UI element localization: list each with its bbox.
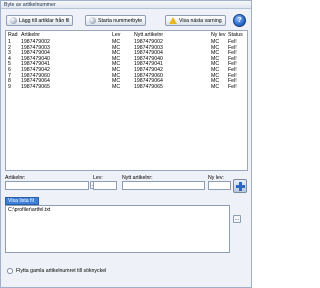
ny-lev-input[interactable] [208, 181, 231, 190]
toolbar: Lägg till artiklar från fil Starta numme… [1, 10, 251, 30]
cell-artikelnr: 1987479065 [21, 83, 50, 90]
start-renumber-label: Starta nummerbyte [98, 17, 143, 24]
add-file-icon [10, 17, 17, 24]
start-renumber-button[interactable]: Starta nummerbyte [85, 15, 147, 26]
cell-nytt: 1987479065 [134, 83, 163, 90]
artikelnr-input[interactable] [5, 181, 89, 190]
column-header-nytt-artikelnr[interactable]: Nytt artikelnr [134, 32, 163, 38]
source-select[interactable]: Visa lista fil [5, 197, 39, 205]
window-title: Byte av artikelnummer [1, 1, 251, 9]
main-window: Byte av artikelnummer Lägg till artiklar… [0, 0, 252, 288]
add-row-plus-icon[interactable] [233, 179, 247, 193]
column-header-rad[interactable]: Rad [8, 32, 18, 38]
column-header-artikelnr[interactable]: Artikelnr [21, 32, 40, 38]
move-old-number-label: Flytta gamla artikelnumret till söknycke… [16, 268, 107, 274]
cell-nylev: MC [211, 83, 220, 90]
column-header-lev[interactable]: Lev [112, 32, 120, 38]
next-warning-button[interactable]: Visa nästa varning [165, 15, 226, 26]
article-grid[interactable]: Rad Artikelnr Lev Nytt artikelnr Ny lev … [5, 30, 248, 171]
run-icon [89, 17, 96, 24]
lev-input[interactable] [93, 181, 117, 190]
file-path-item[interactable]: C:\profiler\artfel.txt [8, 207, 50, 213]
add-from-file-label: Lägg till artiklar från fil [19, 17, 70, 24]
column-header-ny-lev[interactable]: Ny lev [211, 32, 225, 38]
entry-form: Artikelnr: ... Lev: Nytt artikelnr: Ny l… [5, 175, 248, 265]
table-row[interactable]: 9 1987479065 MC 1987479065 MC Fel! [6, 83, 247, 91]
grid-header: Rad Artikelnr Lev Nytt artikelnr Ny lev … [6, 31, 247, 39]
cell-status: Fel! [228, 83, 237, 90]
next-warning-label: Visa nästa varning [179, 17, 222, 24]
nytt-artikelnr-input[interactable] [122, 181, 205, 190]
cell-rad: 9 [8, 83, 11, 90]
grid-rows: 1 1987479002 MC 1987479002 MC Fel! 2 1987479003… [6, 39, 247, 91]
cell-lev: MC [112, 83, 121, 90]
move-old-number-radio[interactable] [7, 268, 13, 274]
add-from-file-button[interactable]: Lägg till artiklar från fil [6, 15, 74, 26]
column-header-status[interactable]: Status [228, 32, 243, 38]
warning-icon [169, 17, 177, 24]
file-list[interactable]: C:\profiler\artfel.txt [5, 205, 230, 253]
footer: Flytta gamla artikelnumret till söknycke… [5, 267, 248, 277]
help-icon[interactable]: ? [233, 14, 246, 27]
lev-lookup-button[interactable]: ... [233, 215, 241, 223]
